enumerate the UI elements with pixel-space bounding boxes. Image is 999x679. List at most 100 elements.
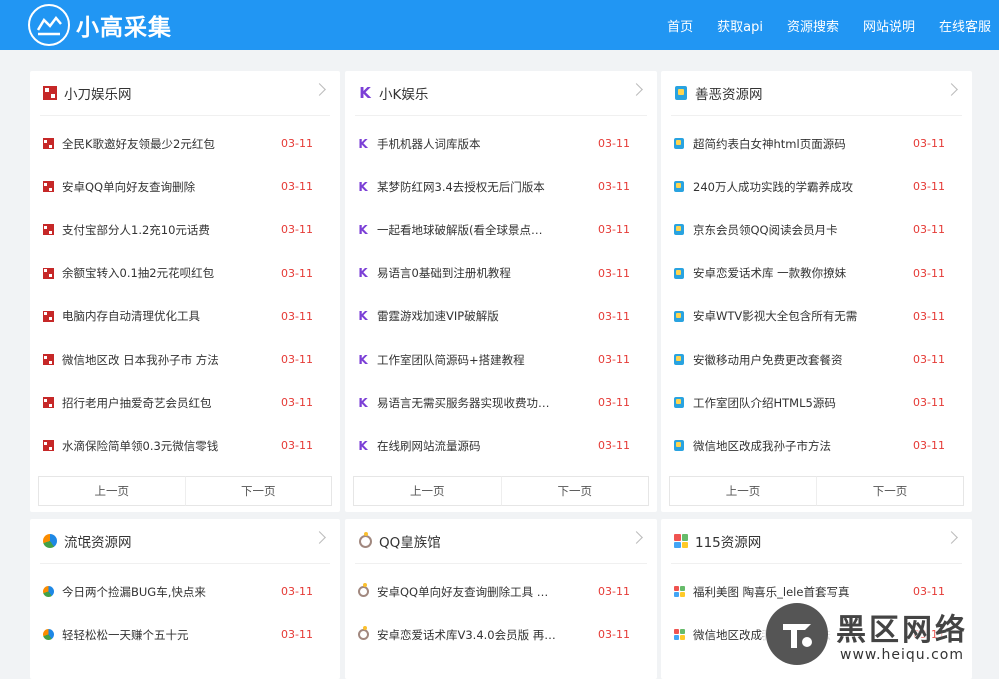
site-logo[interactable]: 小高采集 [28, 2, 172, 48]
item-title[interactable]: 安卓WTV影视大全包含所有无需 [693, 308, 857, 324]
item-title[interactable]: 支付宝部分人1.2充10元话费 [62, 222, 210, 238]
list-item[interactable]: 水滴保险简单领0.3元微信零钱 03-11 [40, 424, 330, 467]
item-title[interactable]: 工作室团队简源码+搭建教程 [377, 352, 525, 368]
item-title[interactable]: 今日两个捡漏BUG车,快点来 [62, 584, 206, 600]
card-header[interactable]: 流氓资源网 [40, 519, 330, 564]
list-item[interactable]: 安卓QQ单向好友查询删除工具 … 03-11 [355, 570, 647, 613]
xiaodao-icon [42, 310, 54, 322]
item-title[interactable]: 水滴保险简单领0.3元微信零钱 [62, 438, 218, 454]
chevron-right-icon[interactable] [313, 531, 326, 544]
nav-get-api[interactable]: 获取api [717, 16, 763, 35]
item-title[interactable]: 安徽移动用户免费更改套餐资 [693, 352, 843, 368]
item-title[interactable]: 工作室团队介绍HTML5源码 [693, 395, 836, 411]
k-icon: K [358, 266, 368, 281]
item-title[interactable]: 雷霆游戏加速VIP破解版 [377, 308, 499, 324]
item-title[interactable]: 电脑内存自动清理优化工具 [62, 308, 200, 324]
list-item[interactable]: 240万人成功实践的学霸养成攻 03-11 [671, 165, 962, 208]
card-header[interactable]: 善恶资源网 [671, 71, 962, 116]
card-header[interactable]: 115资源网 [671, 519, 962, 564]
item-title[interactable]: 余额宝转入0.1抽2元花呗红包 [62, 265, 214, 281]
list-item[interactable]: 超简约表白女神html页面源码 03-11 [671, 122, 962, 165]
chevron-right-icon[interactable] [313, 83, 326, 96]
item-title[interactable]: 轻轻松松一天赚个五十元 [62, 627, 189, 643]
card-header[interactable]: QQ皇族馆 [355, 519, 647, 564]
card-header[interactable]: K 小K娱乐 [355, 71, 647, 116]
item-date: 03-11 [913, 309, 945, 323]
chevron-right-icon[interactable] [945, 83, 958, 96]
list-item[interactable]: 余额宝转入0.1抽2元花呗红包 03-11 [40, 252, 330, 295]
list-item[interactable]: 招行老用户抽爱奇艺会员红包 03-11 [40, 381, 330, 424]
list-item[interactable]: 轻轻松松一天赚个五十元 03-11 [40, 613, 330, 656]
nav-home[interactable]: 首页 [667, 16, 693, 35]
k-icon: K [359, 83, 371, 102]
list-item[interactable]: 安卓恋爱话术库 一款教你撩妹 03-11 [671, 252, 962, 295]
list-item[interactable]: 安卓WTV影视大全包含所有无需 03-11 [671, 295, 962, 338]
nav-resource-search[interactable]: 资源搜索 [787, 16, 839, 35]
list-item[interactable]: 京东会员领QQ阅读会员月卡 03-11 [671, 208, 962, 251]
item-title[interactable]: 福利美图 陶喜乐_lele首套写真 [693, 584, 849, 600]
prev-page-button[interactable]: 上一页 [669, 476, 816, 506]
item-title[interactable]: 在线刷网站流量源码 [377, 438, 481, 454]
item-title[interactable]: 安卓QQ单向好友查询删除 [62, 179, 195, 195]
list-item[interactable]: 工作室团队介绍HTML5源码 03-11 [671, 381, 962, 424]
card-title: 流氓资源网 [64, 535, 132, 551]
shan-e-icon [674, 267, 684, 279]
list-item[interactable]: K 一起看地球破解版(看全球景点… 03-11 [355, 208, 647, 251]
item-date: 03-11 [913, 223, 945, 237]
list-item[interactable]: 微信地区改 日本我孙子市 方法 03-11 [40, 338, 330, 381]
prev-page-button[interactable]: 上一页 [353, 476, 501, 506]
prev-page-button[interactable]: 上一页 [38, 476, 185, 506]
item-title[interactable]: 易语言无需买服务器实现收费功… [377, 395, 550, 411]
item-title[interactable]: 手机机器人词库版本 [377, 136, 481, 152]
list-item[interactable]: 今日两个捡漏BUG车,快点来 03-11 [40, 570, 330, 613]
list-item[interactable]: 安徽移动用户免费更改套餐资 03-11 [671, 338, 962, 381]
list-item[interactable]: 电脑内存自动清理优化工具 03-11 [40, 295, 330, 338]
next-page-button[interactable]: 下一页 [184, 476, 332, 506]
k-icon: K [358, 395, 368, 410]
item-date: 03-11 [281, 266, 313, 280]
chevron-right-icon[interactable] [630, 83, 643, 96]
item-title[interactable]: 微信地区改 日本我孙子市 方法 [62, 352, 219, 368]
nav-online-support[interactable]: 在线客服 [939, 16, 991, 35]
item-title[interactable]: 全民K歌邀好友领最少2元红包 [62, 136, 215, 152]
list-item[interactable]: K 易语言0基础到注册机教程 03-11 [355, 252, 647, 295]
item-title[interactable]: 某梦防红网3.4去授权无后门版本 [377, 179, 545, 195]
item-title[interactable]: 安卓QQ单向好友查询删除工具 … [377, 584, 548, 600]
next-page-button[interactable]: 下一页 [816, 476, 964, 506]
item-date: 03-11 [281, 309, 313, 323]
xiaodao-icon [42, 181, 54, 193]
item-title[interactable]: 安卓恋爱话术库V3.4.0会员版 再… [377, 627, 556, 643]
shan-e-icon [674, 181, 684, 193]
card-title: 115资源网 [695, 535, 762, 551]
list-item[interactable]: K 工作室团队简源码+搭建教程 03-11 [355, 338, 647, 381]
list-item[interactable]: 支付宝部分人1.2充10元话费 03-11 [40, 208, 330, 251]
item-title[interactable]: 240万人成功实践的学霸养成攻 [693, 179, 853, 195]
card-header[interactable]: 小刀娱乐网 [40, 71, 330, 116]
list-item[interactable]: 安卓恋爱话术库V3.4.0会员版 再… 03-11 [355, 613, 647, 656]
item-title[interactable]: 安卓恋爱话术库 一款教你撩妹 [693, 265, 846, 281]
item-title[interactable]: 招行老用户抽爱奇艺会员红包 [62, 395, 212, 411]
list-item[interactable]: K 雷霆游戏加速VIP破解版 03-11 [355, 295, 647, 338]
shan-e-icon [674, 138, 684, 150]
list-item[interactable]: 全民K歌邀好友领最少2元红包 03-11 [40, 122, 330, 165]
list-item[interactable]: 安卓QQ单向好友查询删除 03-11 [40, 165, 330, 208]
list-item[interactable]: K 某梦防红网3.4去授权无后门版本 03-11 [355, 165, 647, 208]
shan-e-icon [674, 310, 684, 322]
list-item[interactable]: K 手机机器人词库版本 03-11 [355, 122, 647, 165]
list-item[interactable]: K 在线刷网站流量源码 03-11 [355, 424, 647, 467]
chevron-right-icon[interactable] [630, 531, 643, 544]
list-item[interactable]: 微信地区改成我孙子市方法 03-11 [671, 424, 962, 467]
chevron-right-icon[interactable] [945, 531, 958, 544]
item-title[interactable]: 易语言0基础到注册机教程 [377, 265, 511, 281]
item-title[interactable]: 微信地区改成我孙子市方法 [693, 438, 831, 454]
item-title[interactable]: 超简约表白女神html页面源码 [693, 136, 846, 152]
article-list: 超简约表白女神html页面源码 03-11 240万人成功实践的学霸养成攻 03-11… [671, 122, 962, 468]
list-item[interactable]: K 易语言无需买服务器实现收费功… 03-11 [355, 381, 647, 424]
card-title: 小K娱乐 [379, 87, 429, 103]
next-page-button[interactable]: 下一页 [500, 476, 649, 506]
item-title[interactable]: 京东会员领QQ阅读会员月卡 [693, 222, 838, 238]
liumang-icon [42, 629, 54, 641]
xiaodao-icon [42, 397, 54, 409]
nav-site-info[interactable]: 网站说明 [863, 16, 915, 35]
item-title[interactable]: 一起看地球破解版(看全球景点… [377, 222, 543, 238]
